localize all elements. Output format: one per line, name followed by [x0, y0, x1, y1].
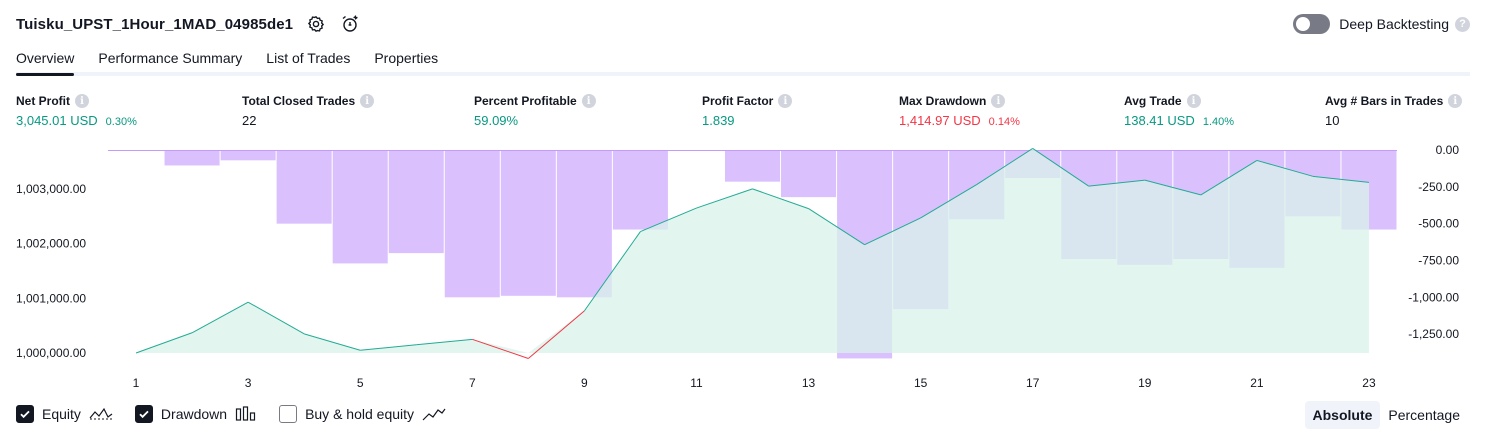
drawdown-bar	[612, 150, 668, 230]
metric-value: 138.41 USD	[1124, 113, 1195, 128]
metric-value: 59.09%	[474, 113, 519, 128]
info-icon[interactable]: i	[991, 94, 1006, 108]
settings-gear-icon[interactable]	[305, 13, 327, 35]
metric-total-closed-trades: Total Closed Trades i 22	[242, 93, 375, 128]
metric-value: 22	[242, 113, 257, 128]
metric-label: Total Closed Trades	[242, 94, 356, 108]
buy-hold-checkbox[interactable]	[279, 405, 298, 423]
deep-backtesting-label: Deep Backtesting	[1339, 16, 1449, 32]
drawdown-bar	[500, 150, 556, 296]
metric-label: Profit Factor	[702, 94, 774, 108]
right-axis-tick-label: -250.00	[1418, 180, 1459, 194]
metric-label: Avg # Bars in Trades	[1325, 94, 1444, 108]
legend-buy-hold[interactable]: Buy & hold equity	[279, 405, 446, 423]
drawdown-bar	[556, 150, 612, 298]
info-icon[interactable]: i	[75, 94, 89, 108]
legend-label: Drawdown	[160, 406, 228, 422]
metric-percent: 0.30%	[105, 116, 137, 128]
percentage-mode-button[interactable]: Percentage	[1380, 401, 1468, 429]
info-icon[interactable]: i	[1186, 94, 1201, 108]
drawdown-bar	[724, 150, 781, 182]
drawdown-bar	[444, 150, 500, 298]
drawdown-bar	[332, 150, 388, 264]
metric-label: Net Profit	[16, 94, 70, 108]
info-icon[interactable]: i	[778, 94, 793, 108]
x-axis-tick-label: 9	[581, 376, 588, 390]
left-axis-tick-label: 1,003,000.00	[16, 182, 86, 196]
metric-net-profit: Net Profit i 3,045.01 USD 0.30%	[16, 93, 137, 128]
tab-overview[interactable]: Overview	[16, 44, 75, 76]
toggle-knob	[1296, 17, 1311, 31]
tab-properties[interactable]: Properties	[374, 44, 438, 72]
value-mode-switch: Absolute Percentage	[1304, 401, 1469, 429]
info-icon[interactable]: i	[1448, 94, 1463, 108]
info-icon[interactable]: i	[581, 94, 596, 108]
deep-backtesting-control: Deep Backtesting ?	[1293, 12, 1470, 36]
x-axis-tick-label: 11	[690, 376, 703, 390]
strategy-header: Tuisku_UPST_1Hour_1MAD_04985de1	[16, 12, 361, 36]
legend-label: Equity	[42, 406, 81, 422]
right-axis-tick-label: -1,000.00	[1408, 290, 1459, 304]
metric-value: 1,414.97 USD	[899, 113, 981, 128]
legend-equity[interactable]: Equity	[16, 405, 113, 423]
x-axis-tick-label: 7	[469, 376, 476, 390]
report-tabs: Overview Performance Summary List of Tra…	[16, 44, 1470, 76]
metric-max-drawdown: Max Drawdown i 1,414.97 USD 0.14%	[899, 93, 1020, 128]
equity-checkbox[interactable]	[16, 405, 34, 423]
tab-list-of-trades[interactable]: List of Trades	[266, 44, 350, 72]
info-icon[interactable]: i	[360, 94, 375, 108]
equity-drawdown-chart[interactable]: 1,000,000.00 1,001,000.00 1,002,000.00 1,00…	[0, 140, 1486, 395]
metric-percent: 1.40%	[1202, 116, 1235, 128]
left-axis-tick-label: 1,001,000.00	[16, 291, 86, 305]
right-axis-tick-label: -750.00	[1418, 253, 1459, 267]
metric-profit-factor: Profit Factor i 1.839	[702, 93, 793, 128]
drawdown-bars-icon	[235, 406, 257, 422]
drawdown-bar	[164, 150, 220, 166]
deep-backtesting-toggle[interactable]	[1293, 14, 1331, 34]
right-axis-tick-label: 0.00	[1436, 143, 1460, 157]
metrics-row: Net Profit i 3,045.01 USD 0.30% Total Clos…	[16, 93, 1470, 133]
x-axis-tick-label: 3	[245, 376, 252, 390]
help-question-icon[interactable]: ?	[1455, 16, 1470, 32]
legend-drawdown[interactable]: Drawdown	[134, 405, 257, 423]
metric-value: 3,045.01 USD	[16, 113, 98, 128]
metric-avg-bars-in-trades: Avg # Bars in Trades i 10	[1325, 93, 1463, 128]
x-axis-tick-label: 1	[133, 376, 140, 390]
equity-line-icon	[89, 407, 113, 421]
buy-hold-line-icon	[422, 407, 446, 421]
chart-legend: Equity Drawdown Buy & hold equity	[16, 403, 468, 425]
right-axis-tick-label: -500.00	[1418, 217, 1459, 231]
metric-label: Max Drawdown	[899, 94, 987, 108]
x-axis-tick-label: 21	[1250, 376, 1264, 390]
add-alert-clock-icon[interactable]	[339, 13, 361, 35]
metric-percent: 0.14%	[988, 116, 1020, 128]
x-axis-tick-label: 19	[1138, 376, 1152, 390]
metric-label: Avg Trade	[1124, 94, 1182, 108]
strategy-title: Tuisku_UPST_1Hour_1MAD_04985de1	[16, 15, 294, 33]
drawdown-bar	[781, 150, 837, 198]
x-axis-tick-label: 15	[914, 376, 928, 390]
left-axis-tick-label: 1,002,000.00	[16, 237, 86, 251]
metric-percent-profitable: Percent Profitable i 59.09%	[474, 93, 596, 128]
legend-label: Buy & hold equity	[305, 406, 415, 422]
metric-avg-trade: Avg Trade i 138.41 USD 1.40%	[1124, 93, 1234, 128]
metric-label: Percent Profitable	[474, 94, 577, 108]
metric-value: 1.839	[702, 113, 735, 128]
x-axis-tick-label: 13	[802, 376, 816, 390]
metric-value: 10	[1325, 113, 1340, 128]
left-axis-tick-label: 1,000,000.00	[16, 346, 86, 360]
absolute-mode-button[interactable]: Absolute	[1304, 401, 1381, 429]
drawdown-bar	[388, 150, 444, 254]
drawdown-checkbox[interactable]	[134, 405, 153, 423]
tab-performance-summary[interactable]: Performance Summary	[98, 44, 242, 72]
x-axis-tick-label: 5	[357, 376, 364, 390]
x-axis-tick-label: 17	[1026, 376, 1040, 390]
right-axis-tick-label: -1,250.00	[1408, 327, 1459, 341]
drawdown-bar	[276, 150, 332, 224]
x-axis-tick-label: 23	[1362, 376, 1376, 390]
drawdown-bar	[220, 150, 276, 161]
